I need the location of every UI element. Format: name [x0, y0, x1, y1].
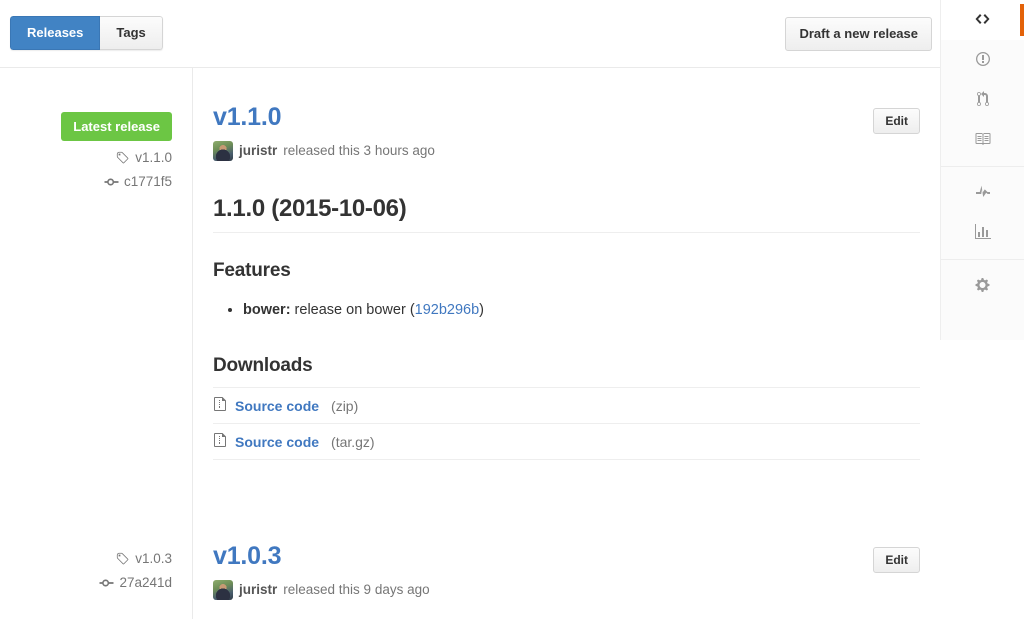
- release-author[interactable]: juristr: [239, 143, 277, 158]
- git-pull-request-icon: [976, 91, 990, 110]
- release-entry-v1-0-3: v1.0.3 Edit juristr released this 9 days…: [213, 543, 920, 600]
- repo-nav-rail: [940, 0, 1024, 340]
- release-byline-text: released this 9 days ago: [283, 582, 429, 597]
- release-meta-v1-1-0: Latest release v1.1.0 c1771f5: [61, 112, 172, 189]
- commit-icon: [104, 175, 119, 189]
- releases-tags-toggle: Releases Tags: [10, 16, 163, 50]
- release-tag-label: v1.0.3: [135, 551, 172, 566]
- gear-icon: [975, 277, 990, 296]
- release-title-link[interactable]: v1.0.3: [213, 543, 281, 571]
- download-row-zip[interactable]: Source code (zip): [213, 388, 920, 424]
- feature-scope: bower:: [243, 302, 291, 318]
- rail-item-settings[interactable]: [941, 266, 1024, 306]
- tag-icon: [116, 151, 130, 165]
- release-title-link[interactable]: v1.1.0: [213, 104, 281, 132]
- rail-item-pull-requests[interactable]: [941, 80, 1024, 120]
- download-ext: (zip): [331, 398, 358, 414]
- file-zip-icon: [213, 396, 227, 415]
- edit-release-button[interactable]: Edit: [873, 547, 920, 573]
- tag-icon: [116, 552, 130, 566]
- release-byline: juristr released this 3 hours ago: [213, 141, 920, 161]
- downloads-heading: Downloads: [213, 355, 920, 388]
- download-name: Source code: [235, 434, 319, 450]
- release-meta-v1-0-3: v1.0.3 27a241d: [99, 551, 172, 590]
- rail-divider: [941, 259, 1024, 260]
- rail-divider: [941, 166, 1024, 167]
- edit-release-button[interactable]: Edit: [873, 108, 920, 134]
- release-tag-label: v1.1.0: [135, 150, 172, 165]
- commit-icon: [99, 576, 114, 590]
- release-entry-v1-1-0: v1.1.0 Edit juristr released this 3 hour…: [213, 104, 920, 161]
- graph-icon: [975, 224, 991, 243]
- release-byline-text: released this 3 hours ago: [283, 143, 435, 158]
- release-byline: juristr released this 9 days ago: [213, 580, 920, 600]
- release-tag-v1-0-3[interactable]: v1.0.3: [99, 551, 172, 566]
- tab-releases[interactable]: Releases: [10, 16, 100, 50]
- releases-content: Latest release v1.1.0 c1771f5 v1.0.3: [0, 68, 940, 619]
- feature-text: release on bower (: [291, 302, 415, 318]
- release-author[interactable]: juristr: [239, 582, 277, 597]
- avatar[interactable]: [213, 580, 233, 600]
- feature-commit-link[interactable]: 192b296b: [415, 302, 480, 318]
- rail-item-code[interactable]: [941, 0, 1024, 40]
- release-commit-v1-0-3[interactable]: 27a241d: [99, 575, 172, 590]
- features-list: bower: release on bower (192b296b): [213, 300, 920, 322]
- rail-item-pulse[interactable]: [941, 173, 1024, 213]
- download-name: Source code: [235, 398, 319, 414]
- release-commit-label: c1771f5: [124, 174, 172, 189]
- release-commit-label: 27a241d: [119, 575, 172, 590]
- tab-tags[interactable]: Tags: [100, 16, 162, 50]
- draft-new-release-button[interactable]: Draft a new release: [785, 17, 932, 51]
- download-row-targz[interactable]: Source code (tar.gz): [213, 424, 920, 460]
- file-zip-icon: [213, 432, 227, 451]
- download-ext: (tar.gz): [331, 434, 375, 450]
- features-section: Features bower: release on bower (192b29…: [213, 260, 920, 322]
- releases-toolbar: Releases Tags Draft a new release: [0, 0, 940, 68]
- release-body-v1-1-0: 1.1.0 (2015-10-06): [213, 195, 920, 233]
- rail-item-wiki[interactable]: [941, 120, 1024, 160]
- code-icon: [974, 11, 991, 30]
- rail-item-graphs[interactable]: [941, 213, 1024, 253]
- rail-item-issues[interactable]: [941, 40, 1024, 80]
- features-heading: Features: [213, 260, 920, 282]
- pulse-icon: [975, 184, 991, 203]
- release-body-column: v1.1.0 Edit juristr released this 3 hour…: [193, 68, 940, 619]
- release-commit-v1-1-0[interactable]: c1771f5: [61, 174, 172, 189]
- book-icon: [974, 131, 991, 150]
- downloads-section: Downloads Source code (zip) Source code …: [213, 355, 920, 460]
- release-meta-column: Latest release v1.1.0 c1771f5 v1.0.3: [0, 68, 193, 619]
- avatar[interactable]: [213, 141, 233, 161]
- list-item: bower: release on bower (192b296b): [243, 300, 920, 322]
- latest-release-badge: Latest release: [61, 112, 172, 141]
- release-tag-v1-1-0[interactable]: v1.1.0: [61, 150, 172, 165]
- release-body-heading: 1.1.0 (2015-10-06): [213, 195, 920, 233]
- feature-tail: ): [479, 302, 484, 318]
- issue-opened-icon: [975, 51, 991, 70]
